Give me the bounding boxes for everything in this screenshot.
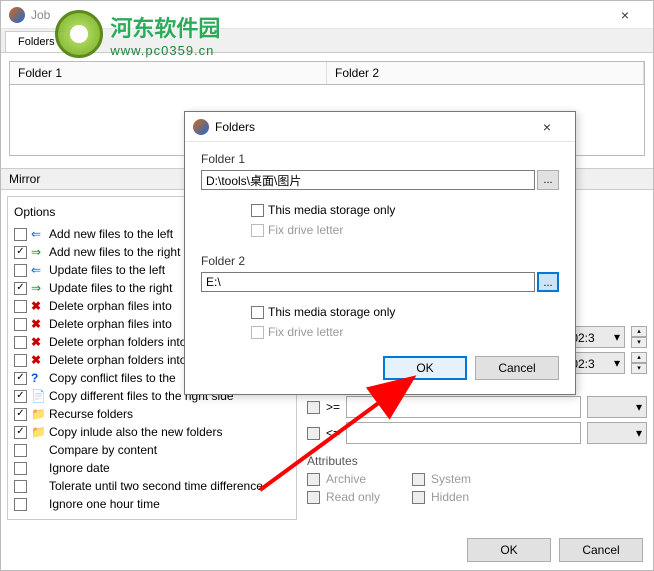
dialog-app-icon [193, 119, 209, 135]
length-ge-input[interactable] [346, 396, 581, 418]
opt-tolerate-2s[interactable]: Tolerate until two second time differenc… [14, 477, 290, 495]
dialog-ok-button[interactable]: OK [383, 356, 467, 380]
f1-fix-drive: Fix drive letter [251, 220, 559, 240]
opt-ignore-1h[interactable]: Ignore one hour time [14, 495, 290, 513]
opt-ignore-date[interactable]: Ignore date [14, 459, 290, 477]
dialog-titlebar: Folders × [185, 112, 575, 142]
main-titlebar: Job × [1, 1, 653, 29]
main-ok-button[interactable]: OK [467, 538, 551, 562]
close-icon[interactable]: × [605, 7, 645, 23]
attr-hidden-check[interactable] [412, 491, 425, 504]
folder1-label: Folder 1 [201, 152, 559, 166]
folders-dialog: Folders × Folder 1 ... This media storag… [184, 111, 576, 395]
dialog-close-icon[interactable]: × [527, 119, 567, 135]
folder2-browse-button[interactable]: ... [537, 272, 559, 292]
folder2-label: Folder 2 [201, 254, 559, 268]
folders-header: Folder 1 Folder 2 [9, 61, 645, 84]
length-le-row: <= ▾ [307, 422, 647, 444]
length-le-check[interactable] [307, 427, 320, 440]
chevron-down-icon: ▾ [636, 426, 642, 440]
app-icon [9, 7, 25, 23]
dialog-title: Folders [215, 120, 527, 134]
length-ge-check[interactable] [307, 401, 320, 414]
attr-readonly-check[interactable] [307, 491, 320, 504]
chevron-down-icon: ▾ [636, 400, 642, 414]
opt-recurse[interactable]: 📁Recurse folders [14, 405, 290, 423]
time-spinner-2[interactable]: ▴▾ [631, 352, 647, 374]
f2-media-only[interactable]: This media storage only [251, 302, 559, 322]
length-ge-row: >= ▾ [307, 396, 647, 418]
attr-system-check[interactable] [412, 473, 425, 486]
main-button-bar: OK Cancel [467, 538, 643, 562]
chevron-down-icon: ▾ [614, 356, 620, 370]
f2-fix-drive: Fix drive letter [251, 322, 559, 342]
attr-archive-check[interactable] [307, 473, 320, 486]
time-spinner-1[interactable]: ▴▾ [631, 326, 647, 348]
opt-include-new[interactable]: 📁Copy inlude also the new folders [14, 423, 290, 441]
f1-media-only[interactable]: This media storage only [251, 200, 559, 220]
folder1-browse-button[interactable]: ... [537, 170, 559, 190]
dialog-cancel-button[interactable]: Cancel [475, 356, 559, 380]
tab-strip: Folders [1, 29, 653, 53]
tab-folders[interactable]: Folders [5, 31, 68, 52]
main-cancel-button[interactable]: Cancel [559, 538, 643, 562]
col-folder1: Folder 1 [10, 62, 327, 84]
col-folder2: Folder 2 [327, 62, 644, 84]
attributes-label: Attributes [307, 454, 647, 468]
window-title: Job [31, 8, 605, 22]
folder1-input[interactable] [201, 170, 535, 190]
length-le-input[interactable] [346, 422, 581, 444]
folder2-input[interactable] [201, 272, 535, 292]
length-ge-unit[interactable]: ▾ [587, 396, 647, 418]
opt-compare-content[interactable]: Compare by content [14, 441, 290, 459]
chevron-down-icon: ▾ [614, 330, 620, 344]
length-le-unit[interactable]: ▾ [587, 422, 647, 444]
dialog-button-bar: OK Cancel [201, 356, 559, 380]
